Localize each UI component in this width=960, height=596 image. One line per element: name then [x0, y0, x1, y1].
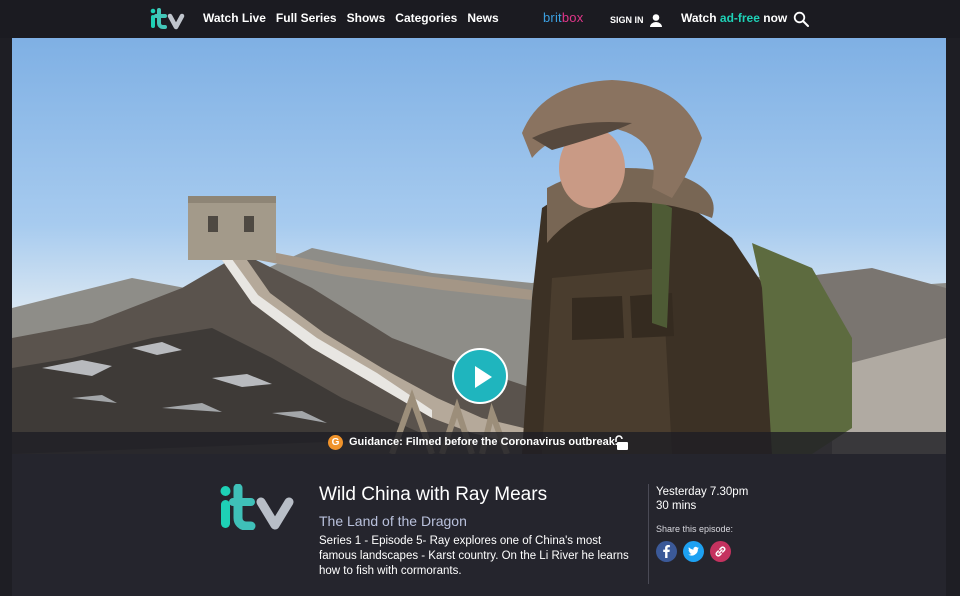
- britbox-text-a: brit: [543, 10, 562, 25]
- user-icon: [649, 14, 662, 27]
- top-navigation: Watch Live Full Series Shows Categories …: [0, 0, 960, 38]
- hero-image: G Guidance: Filmed before the Coronaviru…: [12, 38, 946, 454]
- nav-shows[interactable]: Shows: [347, 11, 386, 25]
- episode-description: Series 1 - Episode 5- Ray explores one o…: [319, 535, 629, 577]
- guidance-text: Guidance: Filmed before the Coronavirus …: [349, 436, 618, 448]
- guidance-bar: G Guidance: Filmed before the Coronaviru…: [12, 432, 946, 454]
- search-icon[interactable]: [793, 11, 809, 27]
- watch-prefix: Watch: [681, 11, 720, 25]
- share-label: Share this episode:: [656, 524, 734, 534]
- guidance-icon: G: [328, 435, 343, 450]
- britbox-text-b: box: [561, 10, 584, 25]
- copy-link-button[interactable]: [710, 541, 731, 562]
- nav-news[interactable]: News: [467, 11, 498, 25]
- itv-logo: [220, 484, 294, 530]
- watch-ad-free-link[interactable]: Watch ad-free now: [681, 11, 787, 25]
- play-icon: [475, 366, 492, 388]
- nav-watch-live[interactable]: Watch Live: [203, 11, 266, 25]
- duration: 30 mins: [656, 500, 697, 512]
- facebook-icon: [663, 545, 670, 558]
- divider: [648, 484, 649, 584]
- play-button[interactable]: [452, 348, 508, 404]
- link-icon: [715, 546, 726, 557]
- sign-in-button[interactable]: SIGN IN: [610, 13, 663, 27]
- unlock-icon[interactable]: [615, 435, 629, 451]
- episode-title: Wild China with Ray Mears: [319, 484, 548, 505]
- watch-highlight: ad-free: [719, 11, 760, 25]
- main-nav: Watch Live Full Series Shows Categories …: [203, 11, 499, 25]
- twitter-share-button[interactable]: [683, 541, 704, 562]
- episode-info: Wild China with Ray Mears The Land of th…: [12, 454, 946, 596]
- air-time: Yesterday 7.30pm: [656, 486, 749, 498]
- britbox-link[interactable]: britbox: [543, 10, 583, 25]
- itv-logo[interactable]: [150, 8, 192, 30]
- twitter-icon: [688, 546, 699, 556]
- nav-full-series[interactable]: Full Series: [276, 11, 337, 25]
- broadcast-info: Yesterday 7.30pm 30 mins: [656, 485, 748, 513]
- share-buttons: [656, 541, 731, 562]
- watch-suffix: now: [759, 11, 788, 25]
- nav-categories[interactable]: Categories: [395, 11, 457, 25]
- facebook-share-button[interactable]: [656, 541, 677, 562]
- sign-in-label: SIGN IN: [610, 15, 644, 25]
- episode-subtitle: The Land of the Dragon: [319, 513, 467, 529]
